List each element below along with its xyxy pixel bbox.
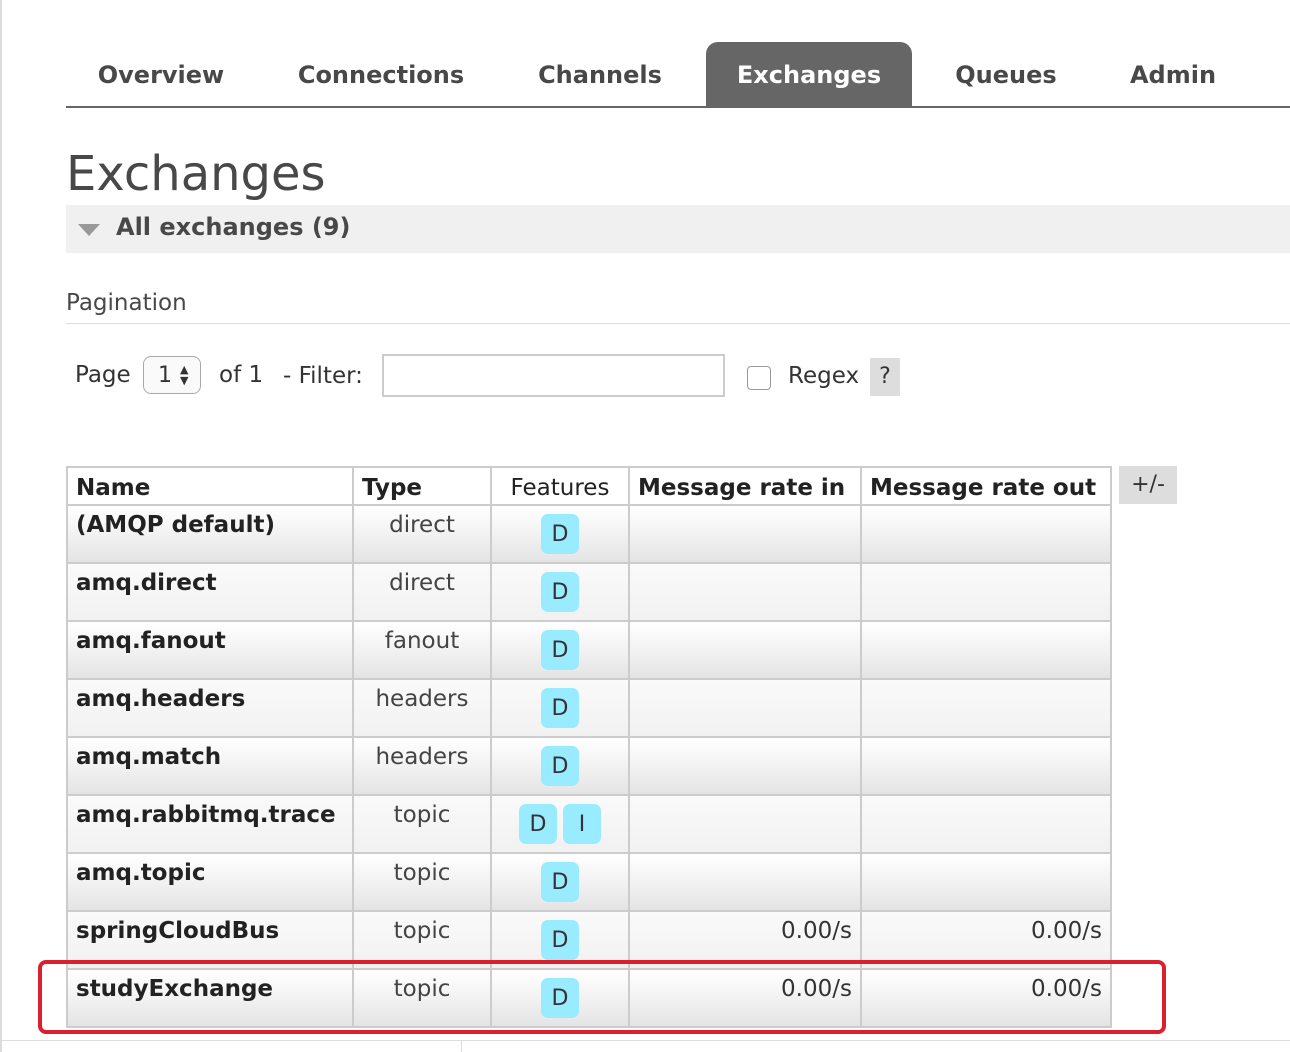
collapse-triangle-icon (78, 224, 100, 236)
message-rate-in (628, 678, 862, 738)
column-header-type[interactable]: Type (352, 466, 492, 506)
durable-badge: D (541, 630, 579, 670)
exchange-features: D (490, 620, 630, 680)
exchange-type: fanout (352, 620, 492, 680)
durable-badge: D (541, 862, 579, 902)
regex-label: Regex (788, 363, 860, 389)
main-nav-tabs: Overview Connections Channels Exchanges … (66, 42, 1290, 108)
exchange-type: topic (352, 910, 492, 970)
table-header-row: Name Type Features Message rate in Messa… (66, 466, 1112, 506)
message-rate-out (860, 852, 1112, 912)
all-exchanges-section-toggle[interactable]: All exchanges (9) (66, 205, 1290, 253)
exchange-features: DI (490, 794, 630, 854)
table-row: amq.match headers D (66, 736, 1112, 796)
message-rate-out: 0.00/s (860, 910, 1112, 970)
exchange-name-link[interactable]: amq.topic (66, 852, 354, 912)
filter-label: - Filter: (283, 363, 363, 389)
regex-checkbox[interactable] (747, 366, 771, 390)
table-row: (AMQP default) direct D (66, 504, 1112, 564)
durable-badge: D (519, 804, 557, 844)
message-rate-out (860, 562, 1112, 622)
page-select-value: 1 (158, 363, 172, 388)
section-title: All exchanges (9) (116, 213, 351, 241)
pagination-divider (66, 323, 1290, 324)
table-row: springCloudBus topic D 0.00/s 0.00/s (66, 910, 1112, 970)
durable-badge: D (541, 514, 579, 554)
regex-help-button[interactable]: ? (870, 358, 900, 396)
message-rate-in (628, 852, 862, 912)
exchange-type: direct (352, 562, 492, 622)
exchanges-table: Name Type Features Message rate in Messa… (66, 466, 1112, 1028)
message-rate-in (628, 562, 862, 622)
column-header-features: Features (490, 466, 630, 506)
exchange-name-link[interactable]: studyExchange (66, 968, 354, 1028)
exchange-name-link[interactable]: amq.match (66, 736, 354, 796)
durable-badge: D (541, 920, 579, 960)
tab-overview[interactable]: Overview (66, 42, 256, 106)
page-count-label: of 1 (219, 362, 264, 388)
message-rate-out (860, 678, 1112, 738)
durable-badge: D (541, 978, 579, 1018)
pagination-heading: Pagination (66, 290, 187, 316)
tab-connections[interactable]: Connections (278, 42, 484, 106)
exchange-features: D (490, 852, 630, 912)
durable-badge: D (541, 572, 579, 612)
page-label: Page (75, 362, 131, 388)
column-header-name[interactable]: Name (66, 466, 354, 506)
table-row: amq.topic topic D (66, 852, 1112, 912)
table-row: amq.rabbitmq.trace topic D I (66, 794, 1112, 854)
message-rate-out (860, 736, 1112, 796)
exchange-name-link[interactable]: amq.fanout (66, 620, 354, 680)
column-header-rate-out[interactable]: Message rate out (860, 466, 1112, 506)
exchange-features: D (490, 678, 630, 738)
exchange-type: topic (352, 852, 492, 912)
page-select[interactable]: 1 ▲ ▼ (143, 356, 201, 394)
tab-channels[interactable]: Channels (510, 42, 690, 106)
durable-badge: D (541, 688, 579, 728)
table-row: amq.direct direct D (66, 562, 1112, 622)
message-rate-out (860, 620, 1112, 680)
exchange-type: headers (352, 678, 492, 738)
exchange-features: D (490, 504, 630, 564)
bottom-divider-tick (461, 1040, 462, 1052)
exchange-features: D (490, 562, 630, 622)
tab-queues[interactable]: Queues (926, 42, 1086, 106)
message-rate-out: 0.00/s (860, 968, 1112, 1028)
columns-toggle-button[interactable]: +/- (1119, 466, 1177, 504)
message-rate-in: 0.00/s (628, 910, 862, 970)
message-rate-in (628, 736, 862, 796)
column-header-rate-in[interactable]: Message rate in (628, 466, 862, 506)
exchange-type: topic (352, 794, 492, 854)
message-rate-out (860, 504, 1112, 564)
exchange-type: direct (352, 504, 492, 564)
filter-input[interactable] (382, 354, 725, 397)
table-row: amq.headers headers D (66, 678, 1112, 738)
message-rate-in (628, 794, 862, 854)
durable-badge: D (541, 746, 579, 786)
table-row: amq.fanout fanout D (66, 620, 1112, 680)
exchange-type: headers (352, 736, 492, 796)
exchange-name-link[interactable]: amq.rabbitmq.trace (66, 794, 354, 854)
exchange-name-link[interactable]: amq.headers (66, 678, 354, 738)
internal-badge: I (563, 804, 601, 844)
exchange-name-link[interactable]: springCloudBus (66, 910, 354, 970)
exchange-features: D (490, 968, 630, 1028)
left-border (0, 0, 2, 1052)
tab-exchanges[interactable]: Exchanges (706, 42, 912, 106)
bottom-divider (0, 1040, 1290, 1041)
exchange-name-link[interactable]: (AMQP default) (66, 504, 354, 564)
exchange-features: D (490, 736, 630, 796)
message-rate-in (628, 504, 862, 564)
exchange-name-link[interactable]: amq.direct (66, 562, 354, 622)
message-rate-in: 0.00/s (628, 968, 862, 1028)
table-row: studyExchange topic D 0.00/s 0.00/s (66, 968, 1112, 1028)
page-title: Exchanges (66, 146, 326, 202)
message-rate-out (860, 794, 1112, 854)
exchange-features: D (490, 910, 630, 970)
up-down-arrows-icon: ▲ ▼ (180, 363, 189, 387)
tab-admin[interactable]: Admin (1106, 42, 1240, 106)
message-rate-in (628, 620, 862, 680)
exchange-type: topic (352, 968, 492, 1028)
